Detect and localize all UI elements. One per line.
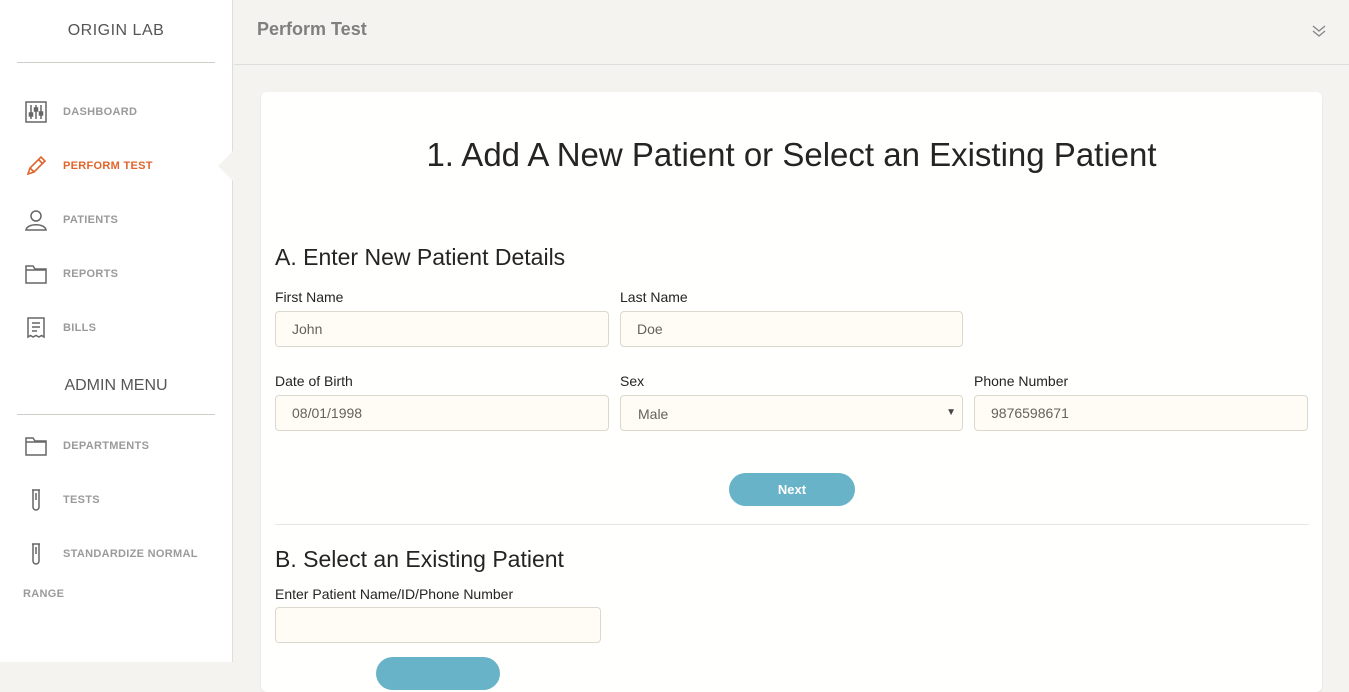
top-navbar: Perform Test <box>234 0 1349 65</box>
phone-field[interactable] <box>974 395 1308 431</box>
sidebar-item-label: REPORTS <box>63 268 119 280</box>
folder-icon <box>24 262 48 286</box>
sidebar-item-standardize-normal-range[interactable]: STANDARDIZE NORMAL <box>0 527 232 581</box>
caret-down-icon: ▼ <box>946 407 956 418</box>
sidebar-item-tests[interactable]: TESTS <box>0 473 232 527</box>
sidebar-item-label: TESTS <box>63 494 100 506</box>
sidebar-item-label-continued[interactable]: RANGE <box>23 588 64 600</box>
first-name-field[interactable] <box>275 311 609 347</box>
sex-label: Sex <box>620 373 645 389</box>
sidebar-item-label: DASHBOARD <box>63 106 138 118</box>
sex-selected-value: Male <box>638 406 669 422</box>
dob-label: Date of Birth <box>275 373 353 389</box>
sidebar-item-label: BILLS <box>63 322 97 334</box>
sidebar-item-patients[interactable]: PATIENTS <box>0 193 232 247</box>
sex-select[interactable]: Male ▼ <box>620 395 963 431</box>
first-name-label: First Name <box>275 289 344 305</box>
sidebar-item-label: DEPARTMENTS <box>63 440 150 452</box>
sidebar-item-label: PATIENTS <box>63 214 119 226</box>
chevron-double-down-icon[interactable] <box>1311 22 1327 40</box>
section-divider <box>275 524 1309 525</box>
active-indicator <box>218 151 233 181</box>
patient-form-card: 1. Add A New Patient or Select an Existi… <box>261 92 1322 692</box>
sidebar-item-label: STANDARDIZE NORMAL <box>63 548 198 560</box>
sidebar-item-reports[interactable]: REPORTS <box>0 247 232 301</box>
user-icon <box>24 208 48 232</box>
patient-search-input[interactable] <box>275 607 601 643</box>
receipt-icon <box>24 316 48 340</box>
admin-nav: DEPARTMENTS TESTS STANDARDIZE NORMAL <box>0 419 232 581</box>
sidebar: ORIGIN LAB DASHBOARD PERFORM TEST PATIEN… <box>0 0 233 662</box>
last-name-field[interactable] <box>620 311 963 347</box>
test-tube-icon <box>24 488 48 512</box>
main-nav: DASHBOARD PERFORM TEST PATIENTS REPORTS … <box>0 85 233 355</box>
sidebar-item-bills[interactable]: BILLS <box>0 301 232 355</box>
patient-search-label: Enter Patient Name/ID/Phone Number <box>275 586 514 602</box>
sliders-icon <box>24 100 48 124</box>
section-b-title: B. Select an Existing Patient <box>275 546 564 572</box>
dob-field[interactable] <box>275 395 609 431</box>
admin-menu-heading: ADMIN MENU <box>17 363 215 415</box>
brand-logo[interactable]: ORIGIN LAB <box>17 0 215 63</box>
test-tube-icon <box>24 542 48 566</box>
form-title: 1. Add A New Patient or Select an Existi… <box>426 136 1157 173</box>
next-button[interactable]: Next <box>729 473 855 506</box>
page-title: Perform Test <box>257 19 367 39</box>
sidebar-item-label: PERFORM TEST <box>63 160 153 172</box>
section-a-title: A. Enter New Patient Details <box>275 244 566 270</box>
folder-icon <box>24 434 48 458</box>
phone-label: Phone Number <box>974 373 1069 389</box>
sidebar-item-dashboard[interactable]: DASHBOARD <box>0 85 232 139</box>
sidebar-item-perform-test[interactable]: PERFORM TEST <box>0 139 233 193</box>
sidebar-item-departments[interactable]: DEPARTMENTS <box>0 419 232 473</box>
pencil-icon <box>24 154 48 178</box>
last-name-label: Last Name <box>620 289 688 305</box>
